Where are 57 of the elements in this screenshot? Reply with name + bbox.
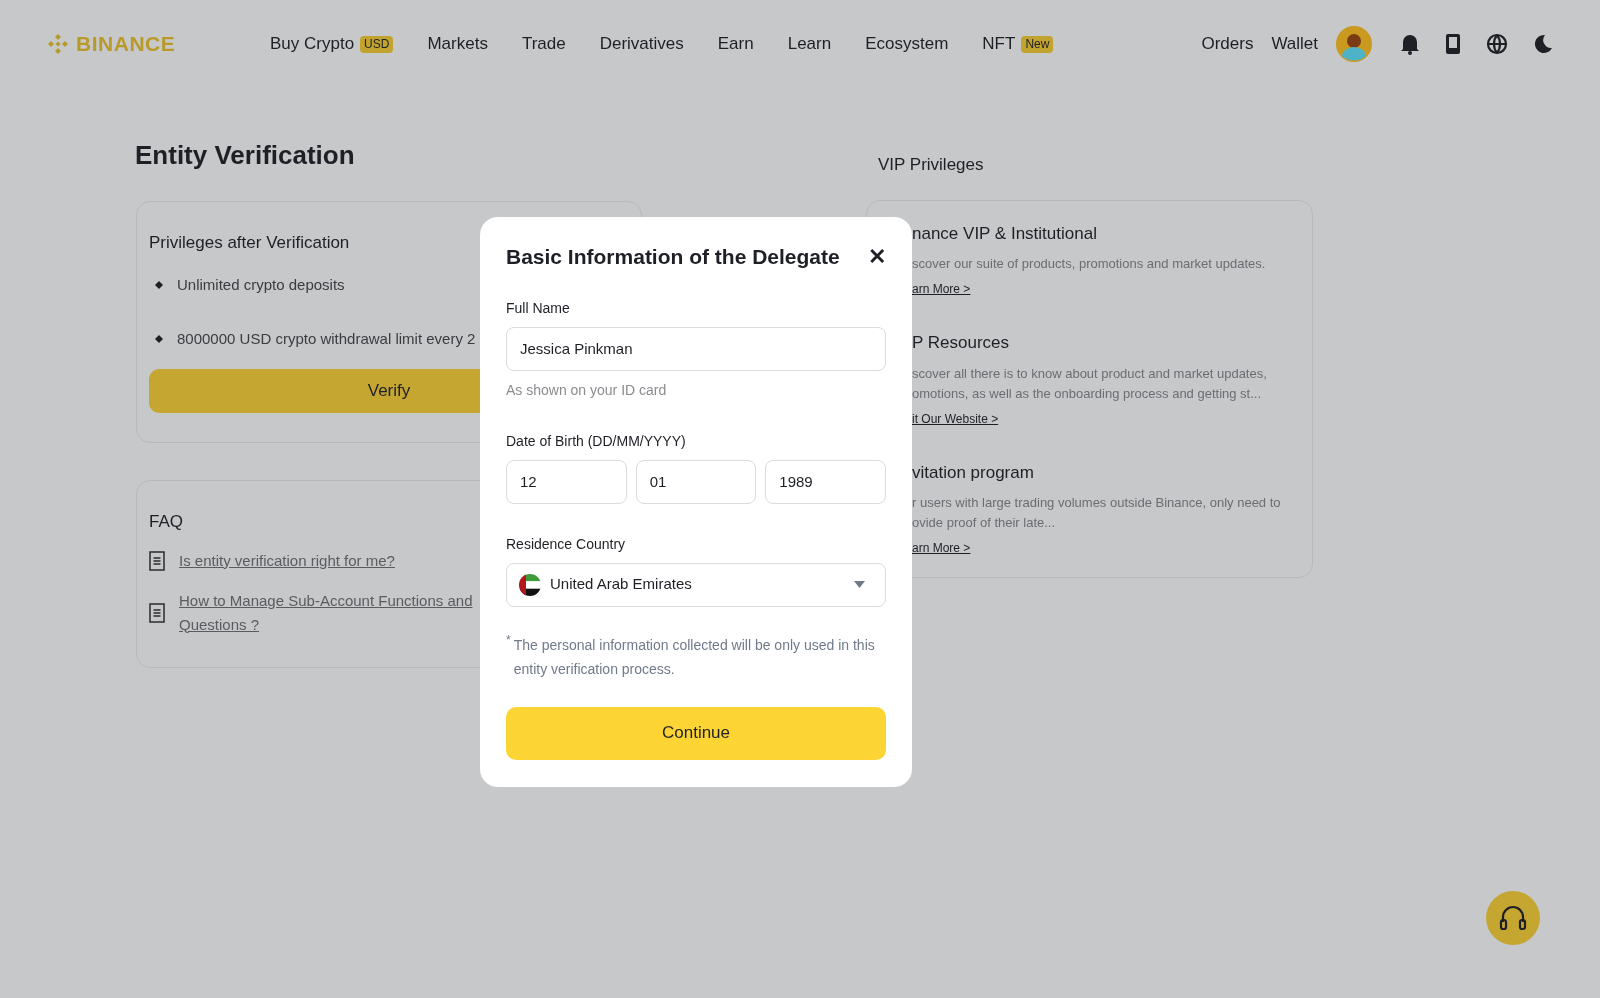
brand-name: BINANCE [76, 31, 176, 58]
select-value: United Arab Emirates [550, 574, 692, 595]
nav-badge: USD [360, 35, 394, 53]
vip-item-description: scover our suite of products, promotions and market updates. [912, 255, 1267, 273]
nav-link[interactable]: Earn [717, 31, 754, 57]
field-label: Date of Birth (DD/MM/YYYY) [506, 431, 687, 451]
nav-link[interactable]: NFT [982, 31, 1016, 57]
vip-item-description: scover all there is to know about product and market updates, omotions, as well as the onboarding process and getting st... [912, 364, 1268, 403]
diamond-icon [155, 335, 163, 344]
faq-link[interactable]: How to Manage Sub-Account Functions and Questions ? [179, 588, 479, 637]
phone-icon[interactable] [1444, 33, 1462, 55]
date-part-field[interactable]: 01 [635, 459, 757, 504]
page-title: Entity Verification [135, 139, 356, 172]
section-heading: VIP Privileges [877, 154, 985, 176]
vip-item-title: vitation program [912, 461, 1035, 484]
vip-item-title: P Resources [912, 332, 1010, 354]
vip-item-link[interactable]: arn More > [912, 539, 971, 557]
privilege-text: Unlimited crypto deposits [177, 274, 345, 295]
nav-link[interactable]: Wallet [1271, 31, 1318, 57]
support-button[interactable] [1486, 891, 1540, 945]
vip-item-link[interactable]: arn More > [912, 280, 971, 298]
document-icon [149, 602, 165, 623]
privilege-text: 8000000 USD crypto withdrawal limit every 2 [177, 329, 476, 349]
asterisk: * [506, 632, 511, 649]
faq-link[interactable]: Is entity verification right for me? [179, 548, 479, 573]
moon-icon[interactable] [1532, 33, 1554, 55]
close-button[interactable]: ✕ [868, 245, 886, 268]
field-label: Full Name [506, 298, 571, 318]
document-icon [149, 550, 165, 571]
dialog-title: Basic Information of the Delegate [506, 244, 840, 270]
vip-item-title: nance VIP & Institutional [912, 222, 1098, 245]
nav-badge: New [1021, 35, 1054, 53]
diamond-icon [155, 280, 163, 289]
card-title: FAQ [149, 511, 184, 533]
nav-link[interactable]: Orders [1201, 31, 1254, 57]
nav-link[interactable]: Buy Crypto [270, 31, 355, 57]
field-label: Residence Country [506, 534, 627, 554]
vip-item-description: r users with large trading volumes outside Binance, only need to ovide proof of their late... [912, 494, 1282, 532]
nav-link[interactable]: Derivatives [599, 31, 684, 57]
flag-icon [519, 573, 541, 596]
date-part-field[interactable]: 12 [506, 459, 627, 504]
vip-item-link[interactable]: it Our Website > [912, 409, 999, 428]
nav-link[interactable]: Learn [787, 31, 832, 57]
continue-button[interactable]: Continue [506, 706, 886, 760]
caret-icon [854, 581, 865, 588]
card-title: Privileges after Verification [149, 232, 351, 254]
privacy-note: The personal information collected will be only used in this entity verification process. [513, 635, 876, 679]
globe-icon[interactable] [1486, 33, 1508, 55]
avatar-icon[interactable] [1336, 26, 1372, 62]
nav-link[interactable]: Trade [521, 31, 566, 57]
bell-icon[interactable] [1400, 33, 1420, 55]
full-name-field[interactable]: Jessica Pinkman [506, 326, 886, 371]
country-select[interactable]: United Arab Emirates [506, 562, 886, 607]
nav-link[interactable]: Markets [427, 31, 488, 57]
headset-icon [1498, 904, 1528, 932]
date-part-field[interactable]: 1989 [765, 459, 886, 504]
nav-link[interactable]: Ecosystem [865, 31, 949, 57]
